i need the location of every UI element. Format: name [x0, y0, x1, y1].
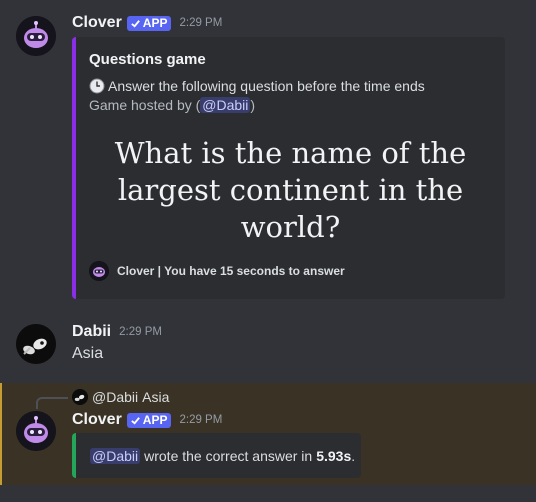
- embed-footer: Clover | You have 15 seconds to answer: [89, 261, 345, 281]
- message-clover-question: Clover APP 2:29 PM Questions game Answer…: [0, 0, 536, 310]
- app-badge-label: APP: [142, 412, 168, 427]
- embed-line1: Answer the following question before the…: [108, 78, 425, 94]
- clock-icon: [89, 78, 105, 94]
- checkmark-icon: [131, 19, 140, 28]
- username[interactable]: Dabii: [72, 323, 111, 341]
- app-badge: APP: [126, 412, 172, 428]
- bot-avatar-icon[interactable]: [16, 411, 56, 451]
- panda-avatar-icon[interactable]: [16, 324, 56, 364]
- hosted-suffix: ): [250, 97, 256, 113]
- reply-text: Asia: [142, 389, 170, 405]
- question-text: What is the name of the largest continen…: [114, 136, 467, 244]
- result-embed: @Dabii wrote the correct answer in 5.93s…: [72, 433, 361, 478]
- result-end: .: [351, 447, 356, 464]
- winner-mention[interactable]: @Dabii: [90, 447, 141, 464]
- timestamp[interactable]: 2:29 PM: [179, 414, 222, 426]
- username[interactable]: Clover: [72, 14, 122, 32]
- message-header: Clover APP 2:29 PM: [72, 411, 222, 429]
- message-header: Dabii 2:29 PM: [72, 323, 162, 341]
- username[interactable]: Clover: [72, 411, 122, 429]
- reply-connector: [36, 397, 68, 409]
- embed-title: Questions game: [89, 51, 206, 68]
- checkmark-icon: [131, 416, 140, 425]
- panda-avatar-icon: [72, 389, 88, 405]
- result-text: wrote the correct answer in: [144, 447, 313, 464]
- timestamp[interactable]: 2:29 PM: [119, 326, 162, 338]
- app-badge: APP: [126, 15, 172, 31]
- bot-avatar-icon[interactable]: [16, 16, 56, 56]
- answer-time: 5.93s: [316, 447, 352, 464]
- question-embed: Questions game Answer the following ques…: [72, 37, 505, 299]
- timestamp[interactable]: 2:29 PM: [179, 17, 222, 29]
- message-dabii-answer: Dabii 2:29 PM Asia: [0, 310, 536, 382]
- robot-avatar-icon: [89, 261, 109, 281]
- reply-reference[interactable]: @Dabii Asia: [72, 389, 169, 405]
- hosted-prefix: Game hosted by (: [89, 97, 201, 113]
- embed-description: Answer the following question before the…: [89, 78, 425, 94]
- footer-text: Clover | You have 15 seconds to answer: [117, 264, 345, 278]
- host-mention[interactable]: @Dabii: [200, 97, 251, 113]
- app-badge-label: APP: [142, 15, 168, 30]
- hosted-by-line: Game hosted by (@Dabii): [89, 97, 255, 113]
- message-header: Clover APP 2:29 PM: [72, 14, 222, 32]
- reply-mention[interactable]: @Dabii: [92, 389, 138, 405]
- message-content: Asia: [72, 345, 104, 362]
